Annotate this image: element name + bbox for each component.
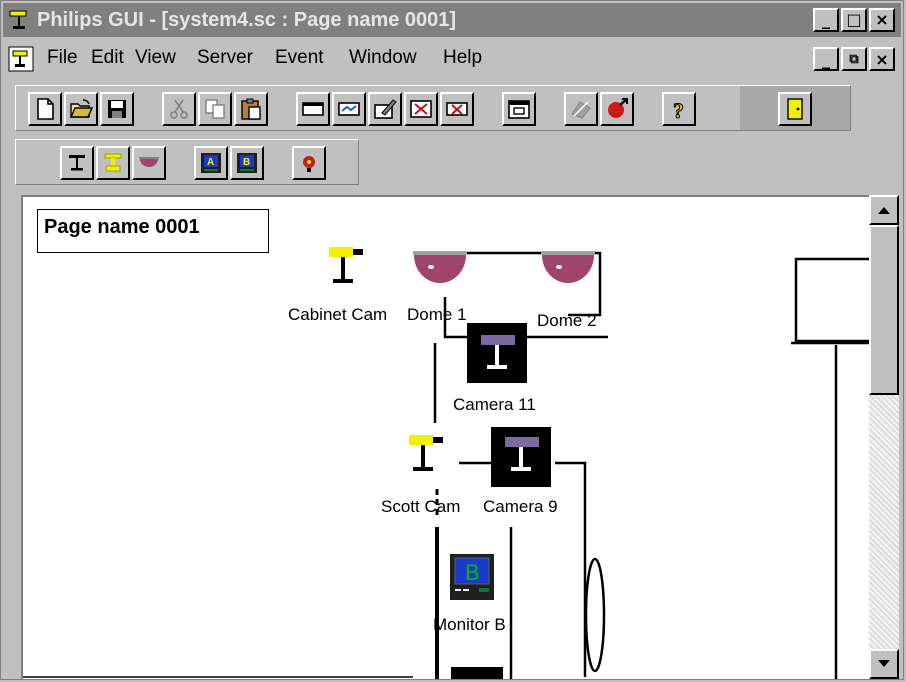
arrow-up-icon [878, 207, 890, 214]
scroll-thumb[interactable] [869, 225, 899, 395]
app-window: Philips GUI - [system4.sc : Page name 00… [0, 0, 904, 680]
title-bar[interactable]: Philips GUI - [system4.sc : Page name 00… [3, 3, 901, 37]
paste-button[interactable] [234, 92, 268, 126]
delete-link-button[interactable] [440, 92, 474, 126]
add-camera-button[interactable] [60, 146, 94, 180]
edit-icon [374, 99, 397, 119]
pan-tilt-camera-icon [104, 153, 122, 172]
device-toolbar: A B [15, 139, 359, 185]
copy-button[interactable] [198, 92, 232, 126]
add-monitor-a-button[interactable]: A [194, 146, 228, 180]
alarm-button[interactable] [600, 92, 634, 126]
menu-edit[interactable]: Edit [91, 47, 124, 69]
edit-button[interactable] [368, 92, 402, 126]
dome-icon [139, 157, 159, 167]
device-label-camera-11: Camera 11 [453, 395, 536, 414]
disabled-tool-icon [571, 101, 591, 119]
window-button[interactable] [502, 92, 536, 126]
dome-camera-icon[interactable] [411, 249, 471, 297]
open-button[interactable] [64, 92, 98, 126]
help-button[interactable]: ? [662, 92, 696, 126]
device-label-dome-2: Dome 2 [537, 311, 597, 330]
add-ptz-camera-button[interactable] [96, 146, 130, 180]
device-label-monitor-b: Monitor B [433, 615, 506, 634]
menu-event[interactable]: Event [275, 47, 324, 69]
doc-restore-button[interactable]: ⧉ [841, 47, 867, 71]
menu-server[interactable]: Server [197, 47, 253, 69]
minimize-button[interactable]: _ [813, 8, 839, 32]
dome-camera-icon[interactable] [539, 249, 599, 297]
monitor-a-icon: A [201, 153, 221, 173]
door-icon [787, 98, 803, 120]
delete-device-icon [410, 100, 432, 118]
fixed-camera-icon[interactable] [405, 431, 453, 479]
device-label-scott-cam: Scott Cam [381, 497, 461, 516]
paste-icon [241, 98, 261, 120]
link-button[interactable] [332, 92, 366, 126]
device-label-camera-9: Camera 9 [483, 497, 558, 516]
app-camera-icon [9, 10, 27, 29]
vertical-scrollbar[interactable] [869, 195, 899, 679]
menu-window[interactable]: Window [349, 47, 417, 69]
monitor-screen-letter: B [465, 560, 480, 585]
close-button[interactable]: × [869, 8, 895, 32]
menu-bar: File Edit View Server Event Window Help … [3, 39, 901, 79]
delete-device-button[interactable] [404, 92, 438, 126]
scroll-up-button[interactable] [869, 195, 899, 225]
alarm-icon [608, 98, 628, 118]
menu-view[interactable]: View [135, 47, 176, 69]
menu-file[interactable]: File [47, 47, 78, 69]
camera-icon[interactable] [491, 427, 553, 489]
add-monitor-b-button[interactable]: B [230, 146, 264, 180]
svg-text:B: B [243, 157, 250, 168]
document-menu-icon[interactable] [7, 45, 35, 73]
scroll-down-button[interactable] [869, 649, 899, 679]
add-alarm-button[interactable] [292, 146, 326, 180]
fixed-camera-icon[interactable] [323, 243, 371, 291]
menu-help[interactable]: Help [443, 47, 482, 69]
device-label-cabinet-cam: Cabinet Cam [288, 305, 388, 324]
window-title: Philips GUI - [system4.sc : Page name 00… [37, 9, 457, 31]
disabled-tool-button[interactable] [564, 92, 598, 126]
copy-icon [205, 99, 225, 119]
arrow-down-icon [878, 660, 890, 667]
main-toolbar: ? [15, 85, 851, 131]
add-dome-button[interactable] [132, 146, 166, 180]
alarm-sensor-icon [303, 156, 315, 172]
new-button[interactable] [28, 92, 62, 126]
monitor-b-icon: B [237, 153, 257, 173]
help-icon: ? [673, 98, 685, 123]
new-icon [37, 98, 54, 120]
delete-link-icon [446, 102, 468, 116]
save-icon [108, 100, 126, 118]
maximize-button[interactable]: □ [841, 8, 867, 32]
svg-text:?: ? [673, 98, 684, 122]
monitor-icon[interactable]: B [449, 553, 497, 603]
camera-icon[interactable] [467, 323, 529, 385]
window-icon [508, 100, 530, 119]
cut-icon [170, 99, 188, 119]
rectangle-icon [302, 102, 324, 116]
camera-icon [69, 155, 85, 171]
open-icon [69, 99, 94, 118]
cut-button[interactable] [162, 92, 196, 126]
link-icon [338, 102, 360, 116]
doc-minimize-button[interactable]: _ [813, 47, 839, 71]
svg-text:A: A [207, 157, 214, 168]
exit-button[interactable] [778, 92, 812, 126]
save-button[interactable] [100, 92, 134, 126]
rectangle-button[interactable] [296, 92, 330, 126]
doc-close-button[interactable]: × [869, 47, 895, 71]
system-diagram-canvas[interactable]: Page name 0001 Cabinet Cam Dome 1 Dome 2… [21, 195, 869, 679]
device-label-dome-1: Dome 1 [407, 305, 467, 324]
